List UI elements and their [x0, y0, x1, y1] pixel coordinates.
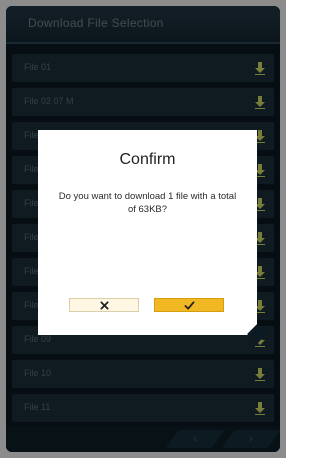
close-icon [99, 300, 109, 310]
ok-button[interactable] [154, 298, 224, 312]
check-icon [184, 300, 194, 310]
confirm-dialog: Confirm Do you want to download 1 file w… [38, 130, 267, 344]
dialog-message: Do you want to download 1 file with a to… [58, 191, 237, 215]
cancel-button[interactable] [69, 298, 139, 312]
dialog-title: Confirm [119, 151, 176, 168]
